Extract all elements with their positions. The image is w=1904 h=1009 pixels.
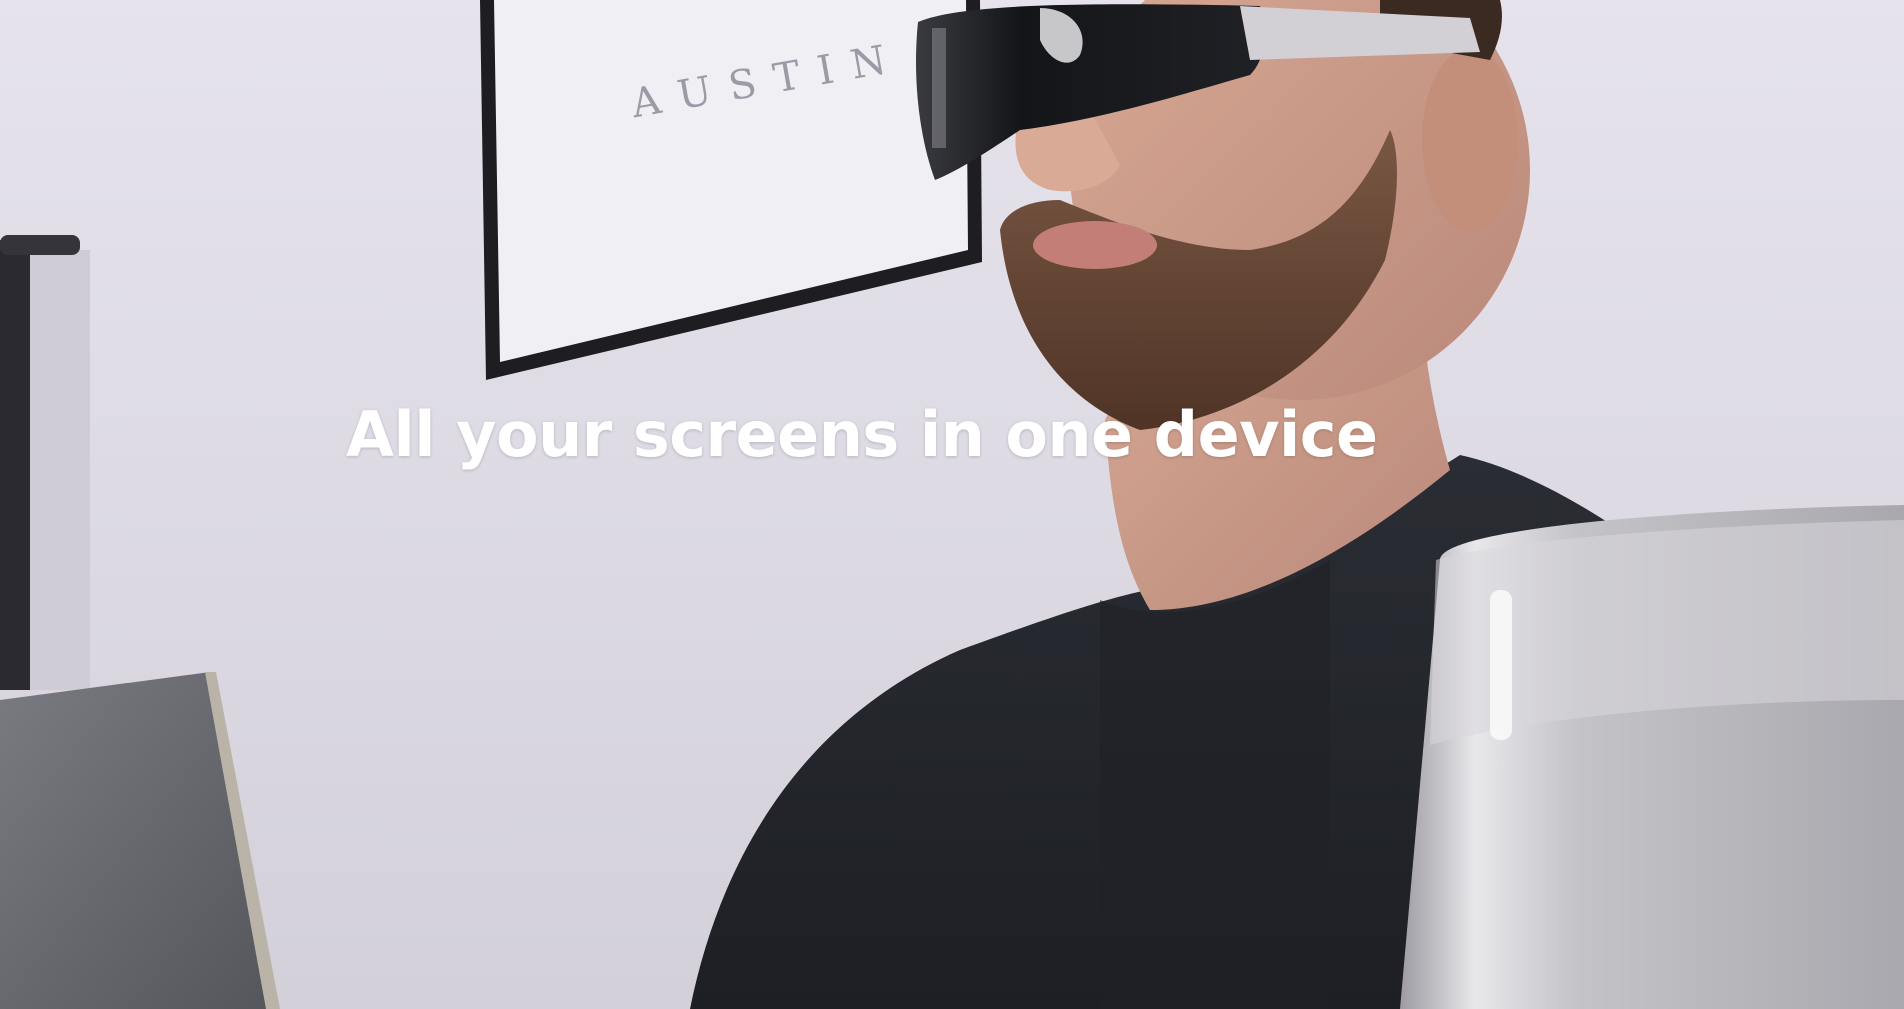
video-caption: All your screens in one device — [346, 398, 1378, 471]
scene-illustration — [0, 0, 1904, 1009]
video-frame: AUSTIN All your screens in one device — [0, 0, 1904, 1009]
wall-poster — [480, 0, 982, 380]
laptop — [0, 672, 280, 1009]
foreground-mug — [1400, 505, 1904, 1009]
wall-corner — [0, 235, 90, 690]
